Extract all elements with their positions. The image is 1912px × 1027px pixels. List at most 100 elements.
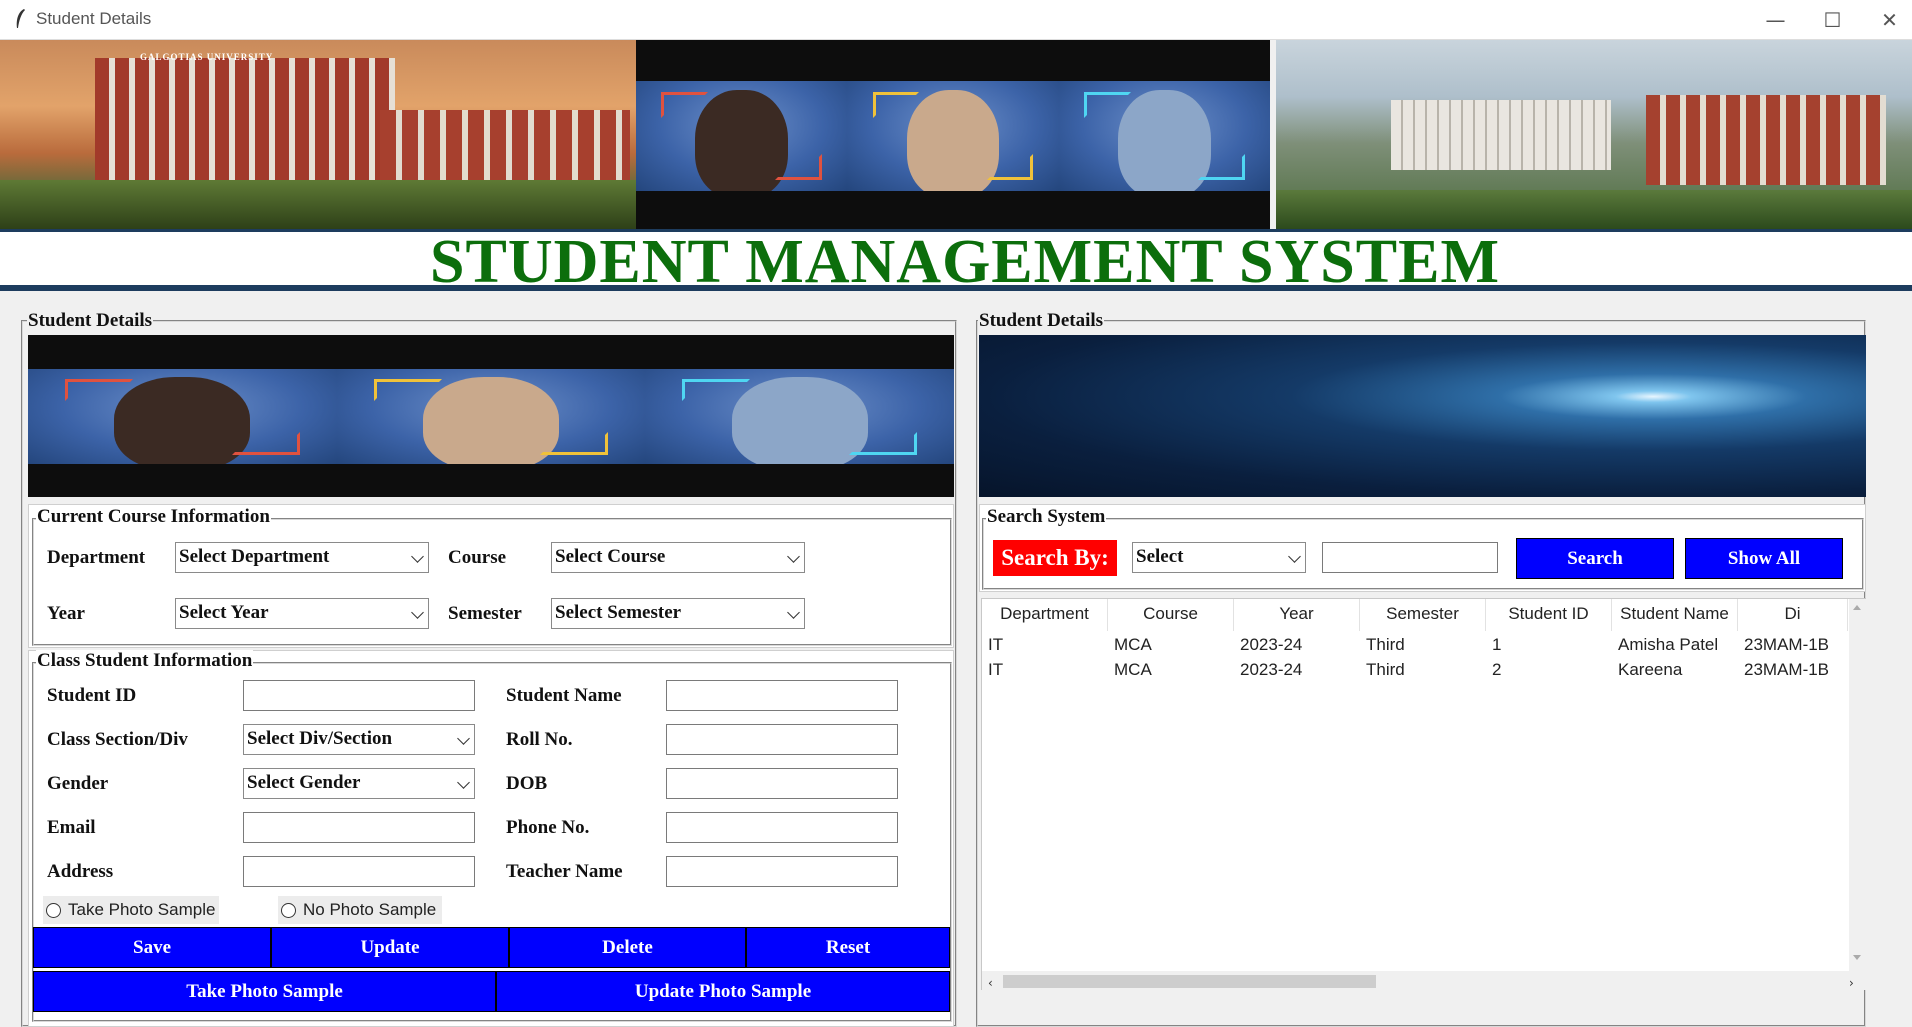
teacher-name-input[interactable] — [666, 856, 898, 887]
phone-label: Phone No. — [506, 817, 590, 838]
search-by-value: Select — [1136, 546, 1184, 567]
year-combobox[interactable]: Select Year — [175, 598, 429, 629]
table-header: Department Course Year Semester Student ID St… — [982, 599, 1848, 633]
column-header[interactable]: Year — [1234, 599, 1360, 631]
left-frame-legend: Student Details — [27, 310, 154, 332]
radio-circle-icon — [46, 902, 61, 918]
course-combobox[interactable]: Select Course — [551, 542, 805, 573]
horizontal-scrollbar[interactable]: ‹ › — [982, 971, 1866, 990]
phone-input[interactable] — [666, 812, 898, 843]
take-photo-sample-radio[interactable]: Take Photo Sample — [43, 896, 219, 924]
teacher-name-label: Teacher Name — [506, 861, 623, 882]
window-title: Student Details — [36, 9, 152, 28]
table-cell: 2 — [1492, 660, 1502, 679]
column-header[interactable]: Student Name — [1612, 599, 1738, 631]
section-value: Select Div/Section — [247, 728, 393, 749]
table-cell: 2023-24 — [1240, 635, 1303, 654]
student-id-input[interactable] — [243, 680, 475, 711]
student-table[interactable]: Department Course Year Semester Student ID St… — [981, 598, 1866, 990]
table-cell: Third — [1366, 635, 1405, 654]
delete-button[interactable]: Delete — [509, 927, 746, 968]
scroll-right-icon[interactable]: › — [1849, 976, 1854, 990]
table-cell: Kareena — [1618, 660, 1683, 679]
chevron-down-icon — [787, 606, 800, 619]
campus-aerial-image — [1276, 40, 1912, 229]
app-feather-icon — [16, 9, 25, 28]
dob-input[interactable] — [666, 768, 898, 799]
scroll-left-icon[interactable]: ‹ — [988, 976, 993, 990]
maximize-button[interactable]: ☐ — [1804, 0, 1861, 40]
search-button[interactable]: Search — [1516, 538, 1674, 579]
class-section-label: Class Section/Div — [47, 729, 188, 750]
class-info-legend: Class Student Information — [36, 650, 254, 672]
table-cell: Amisha Patel — [1618, 635, 1719, 654]
course-value: Select Course — [555, 546, 666, 567]
face-recognition-banner-image — [636, 40, 1270, 229]
department-label: Department — [47, 547, 146, 568]
chevron-down-icon — [457, 732, 470, 745]
address-input[interactable] — [243, 856, 475, 887]
no-photo-radio-label: No Photo Sample — [303, 900, 437, 919]
table-row[interactable]: IT MCA 2023-24 Third 1 Amisha Patel 23MAM-1B — [982, 633, 1848, 657]
roll-no-input[interactable] — [666, 724, 898, 755]
column-header[interactable]: Student ID — [1486, 599, 1612, 631]
vertical-scrollbar[interactable] — [1849, 599, 1866, 971]
close-button[interactable]: ✕ — [1861, 0, 1912, 40]
table-body: IT MCA 2023-24 Third 1 Amisha Patel 23MAM-1B IT… — [982, 633, 1848, 957]
horizontal-scroll-thumb[interactable] — [1003, 975, 1376, 988]
column-header[interactable]: Course — [1108, 599, 1234, 631]
update-button[interactable]: Update — [271, 927, 509, 968]
table-cell: MCA — [1114, 660, 1152, 679]
column-header[interactable]: Department — [982, 599, 1108, 631]
reset-button[interactable]: Reset — [746, 927, 950, 968]
table-row[interactable]: IT MCA 2023-24 Third 2 Kareena 23MAM-1B — [982, 658, 1848, 682]
department-combobox[interactable]: Select Department — [175, 542, 429, 573]
university-building-image: GALGOTIAS UNIVERSITY — [0, 40, 636, 229]
column-header[interactable]: Di — [1738, 599, 1848, 631]
close-icon: ✕ — [1881, 8, 1898, 32]
chevron-down-icon — [457, 776, 470, 789]
email-label: Email — [47, 817, 96, 838]
semester-label: Semester — [448, 603, 522, 624]
student-name-input[interactable] — [666, 680, 898, 711]
gender-combobox[interactable]: Select Gender — [243, 768, 475, 799]
search-by-label: Search By: — [993, 540, 1117, 576]
scroll-up-icon[interactable] — [1853, 605, 1861, 610]
semester-value: Select Semester — [555, 602, 682, 623]
scroll-down-icon[interactable] — [1853, 955, 1861, 960]
face-recognition-panel-image — [28, 335, 954, 497]
student-name-label: Student Name — [506, 685, 622, 706]
student-id-label: Student ID — [47, 685, 137, 706]
section-combobox[interactable]: Select Div/Section — [243, 724, 475, 755]
starfield-image — [979, 335, 1866, 497]
table-cell: IT — [988, 660, 1004, 679]
year-value: Select Year — [179, 602, 269, 623]
save-button[interactable]: Save — [33, 927, 271, 968]
radio-circle-icon — [281, 902, 296, 918]
minimize-button[interactable]: — — [1747, 0, 1804, 40]
take-photo-sample-button[interactable]: Take Photo Sample — [33, 971, 496, 1012]
chevron-down-icon — [787, 550, 800, 563]
no-photo-sample-radio[interactable]: No Photo Sample — [278, 896, 442, 924]
table-cell: 23MAM-1B — [1744, 635, 1830, 654]
email-input[interactable] — [243, 812, 475, 843]
year-label: Year — [47, 603, 85, 624]
update-photo-sample-button[interactable]: Update Photo Sample — [496, 971, 950, 1012]
title-bar: Student Details — ☐ ✕ — [0, 0, 1912, 40]
search-by-combobox[interactable]: Select — [1132, 542, 1306, 573]
chevron-down-icon — [411, 550, 424, 563]
take-photo-radio-label: Take Photo Sample — [68, 900, 216, 919]
show-all-button[interactable]: Show All — [1685, 538, 1843, 579]
semester-combobox[interactable]: Select Semester — [551, 598, 805, 629]
chevron-down-icon — [1288, 550, 1301, 563]
course-info-frame — [32, 518, 952, 646]
gender-value: Select Gender — [247, 772, 361, 793]
maximize-icon: ☐ — [1823, 8, 1842, 32]
roll-no-label: Roll No. — [506, 729, 573, 750]
right-frame-legend: Student Details — [978, 310, 1105, 332]
column-header[interactable]: Semester — [1360, 599, 1486, 631]
minimize-icon: — — [1765, 8, 1786, 32]
search-input[interactable] — [1322, 542, 1498, 573]
table-cell: 23MAM-1B — [1744, 660, 1830, 679]
gender-label: Gender — [47, 773, 109, 794]
